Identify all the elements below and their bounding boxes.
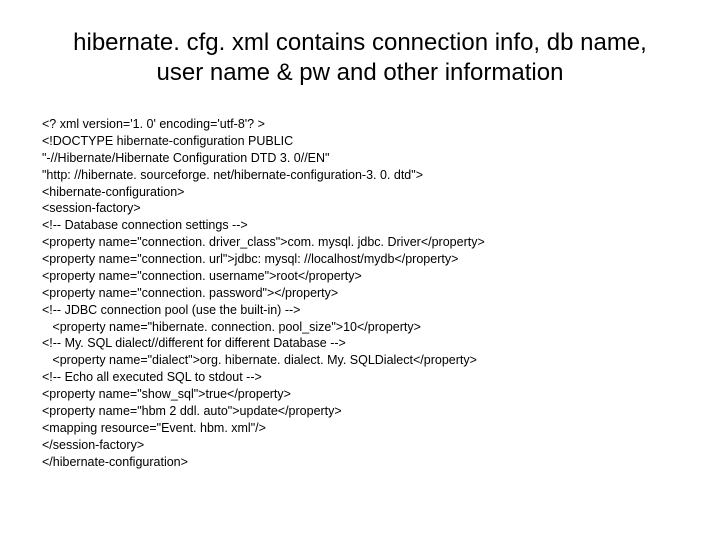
code-block: <? xml version='1. 0' encoding='utf-8'? … <box>42 116 680 470</box>
slide-title: hibernate. cfg. xml contains connection … <box>70 28 650 88</box>
slide: hibernate. cfg. xml contains connection … <box>0 0 720 540</box>
